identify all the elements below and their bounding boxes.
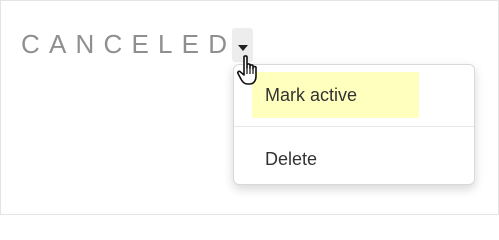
menu-item-label: Delete [265,149,318,169]
caret-down-icon [238,45,248,51]
menu-item-mark-active[interactable]: Mark active [234,72,474,118]
status-dropdown-menu: Mark active Delete [233,64,475,185]
status-panel: CANCELED Mark active Delete [0,0,499,215]
menu-item-label: Mark active [265,85,358,105]
status-label: CANCELED [21,29,237,59]
menu-item-delete[interactable]: Delete [234,137,474,177]
hand-pointer-icon [237,55,257,85]
menu-divider [234,126,474,127]
